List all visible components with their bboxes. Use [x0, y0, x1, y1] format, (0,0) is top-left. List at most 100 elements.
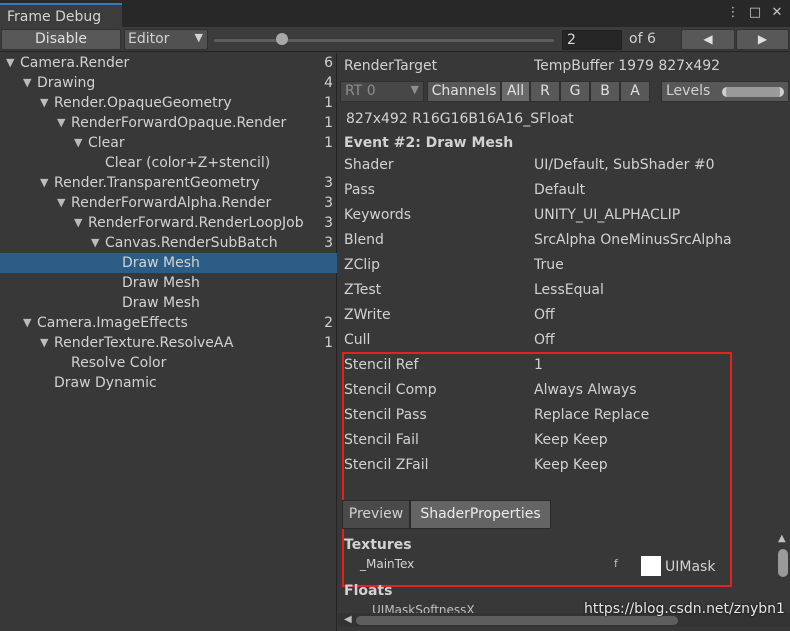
tree-item[interactable]: Clear (color+Z+stencil) [0, 153, 337, 173]
chevron-down-icon: ▼ [410, 83, 419, 96]
tree-item[interactable]: Draw Mesh [0, 293, 337, 313]
levels-control: Levels [661, 81, 789, 102]
expand-triangle-icon[interactable]: ▼ [74, 133, 82, 153]
tree-item-label: Draw Mesh [122, 255, 200, 271]
textures-heading: Textures [344, 537, 412, 553]
tree-item-label: Render.TransparentGeometry [54, 175, 260, 191]
tree-item-label: Draw Dynamic [54, 375, 157, 391]
watermark-text: https://blog.csdn.net/znybn1 [584, 601, 785, 617]
expand-triangle-icon[interactable]: ▼ [40, 173, 48, 193]
expand-triangle-icon[interactable]: ▼ [40, 93, 48, 113]
texture-thumbnail[interactable] [641, 556, 661, 576]
levels-label: Levels [666, 83, 711, 99]
tab-preview[interactable]: Preview [342, 500, 410, 529]
frame-debug-toolbar: Disable Editor ▼ 2 of 6 ◀ ▶ [0, 27, 790, 52]
channel-all-button[interactable]: All [501, 81, 530, 102]
property-key: Keywords [344, 207, 412, 223]
vertical-scroll-thumb[interactable] [778, 549, 788, 577]
next-event-button[interactable]: ▶ [736, 29, 789, 50]
expand-triangle-icon[interactable]: ▼ [91, 233, 99, 253]
channels-label: Channels [427, 81, 501, 102]
window-controls: ⋮ □ ✕ [726, 5, 784, 20]
tree-item[interactable]: ▼ RenderForward.RenderLoopJob 3 [0, 213, 337, 233]
tree-item[interactable]: ▼ Camera.ImageEffects 2 [0, 313, 337, 333]
event-slider-handle[interactable] [276, 33, 288, 45]
tree-item-label: Clear (color+Z+stencil) [105, 155, 271, 171]
tree-item[interactable]: ▼ Render.TransparentGeometry 3 [0, 173, 337, 193]
property-key: ZWrite [344, 307, 391, 323]
property-row: ZWrite Off [338, 307, 790, 332]
tree-item[interactable]: ▼ Render.OpaqueGeometry 1 [0, 93, 337, 113]
expand-triangle-icon[interactable]: ▼ [57, 113, 65, 133]
property-value: UI/Default, SubShader #0 [534, 157, 715, 173]
tree-item[interactable]: Draw Mesh [0, 273, 337, 293]
tree-item-count: 1 [324, 95, 333, 111]
tree-item[interactable]: ▼ Drawing 4 [0, 73, 337, 93]
tree-item[interactable]: ▼ Camera.Render 6 [0, 53, 337, 73]
event-tree: ▼ Camera.Render 6 ▼ Drawing 4 ▼ Render.OpaqueGe… [0, 53, 337, 631]
channel-a-button[interactable]: A [620, 81, 650, 102]
property-value: Off [534, 307, 555, 323]
expand-triangle-icon[interactable]: ▼ [57, 193, 65, 213]
kebab-menu-icon[interactable]: ⋮ [726, 5, 740, 20]
target-dropdown[interactable]: Editor ▼ [124, 29, 208, 50]
tree-item[interactable]: ▼ Canvas.RenderSubBatch 3 [0, 233, 337, 253]
tree-item-count: 1 [324, 335, 333, 351]
tree-item-label: Draw Mesh [122, 275, 200, 291]
channel-b-button[interactable]: B [590, 81, 620, 102]
rt-dropdown[interactable]: RT 0 ▼ [340, 81, 424, 102]
event-index-input[interactable]: 2 [562, 30, 622, 50]
tree-item[interactable]: ▼ Clear 1 [0, 133, 337, 153]
property-key: Blend [344, 232, 384, 248]
property-key: Cull [344, 332, 371, 348]
scroll-left-icon[interactable]: ◀ [344, 614, 352, 625]
close-icon[interactable]: ✕ [770, 5, 784, 20]
tree-item-count: 3 [324, 175, 333, 191]
event-details-panel: RenderTarget TempBuffer 1979 827x492 RT … [338, 53, 790, 631]
tree-item-count: 1 [324, 115, 333, 131]
maximize-icon[interactable]: □ [748, 5, 762, 20]
property-value: Off [534, 332, 555, 348]
expand-triangle-icon[interactable]: ▼ [6, 53, 14, 73]
tab-shader-properties[interactable]: ShaderProperties [410, 500, 551, 529]
tree-item[interactable]: ▼ RenderForwardOpaque.Render 1 [0, 113, 337, 133]
tree-item-label: Draw Mesh [122, 295, 200, 311]
tree-item[interactable]: Draw Mesh [0, 253, 337, 273]
render-target-format: 827x492 R16G16B16A16_SFloat [346, 111, 574, 127]
tree-item-label: Canvas.RenderSubBatch [105, 235, 278, 251]
tree-item-label: RenderForwardOpaque.Render [71, 115, 287, 131]
tree-item[interactable]: ▼ RenderTexture.ResolveAA 1 [0, 333, 337, 353]
texture-name: _MainTex [360, 557, 415, 571]
disable-button[interactable]: Disable [1, 29, 121, 50]
tree-item-count: 3 [324, 195, 333, 211]
tree-item[interactable]: Draw Dynamic [0, 373, 337, 393]
tree-item-label: RenderForwardAlpha.Render [71, 195, 272, 211]
vertical-scrollbar[interactable]: ▲ [776, 531, 790, 611]
expand-triangle-icon[interactable]: ▼ [74, 213, 82, 233]
tree-item-label: Clear [88, 135, 125, 151]
target-dropdown-label: Editor [128, 31, 170, 47]
channel-r-button[interactable]: R [530, 81, 560, 102]
rt-dropdown-label: RT 0 [345, 83, 376, 99]
texture-stage: f [614, 557, 618, 570]
previous-event-button[interactable]: ◀ [681, 29, 735, 50]
tree-item[interactable]: ▼ RenderForwardAlpha.Render 3 [0, 193, 337, 213]
tree-item[interactable]: Resolve Color [0, 353, 337, 373]
horizontal-scroll-thumb[interactable] [356, 616, 678, 625]
tree-item-label: Camera.Render [20, 55, 130, 71]
expand-triangle-icon[interactable]: ▼ [23, 313, 31, 333]
expand-triangle-icon[interactable]: ▼ [23, 73, 31, 93]
levels-range-slider[interactable] [722, 87, 784, 97]
expand-triangle-icon[interactable]: ▼ [40, 333, 48, 353]
property-row: Keywords UNITY_UI_ALPHACLIP [338, 207, 790, 232]
scroll-up-icon[interactable]: ▲ [778, 533, 786, 544]
render-target-label: RenderTarget [344, 58, 438, 74]
property-row: ZClip True [338, 257, 790, 282]
frame-debug-tab[interactable]: Frame Debug [0, 3, 122, 27]
channel-g-button[interactable]: G [560, 81, 590, 102]
tree-item-count: 6 [324, 55, 333, 71]
event-title: Event #2: Draw Mesh [344, 135, 514, 151]
property-value: LessEqual [534, 282, 604, 298]
event-slider-track[interactable] [214, 39, 554, 42]
tree-item-count: 3 [324, 215, 333, 231]
